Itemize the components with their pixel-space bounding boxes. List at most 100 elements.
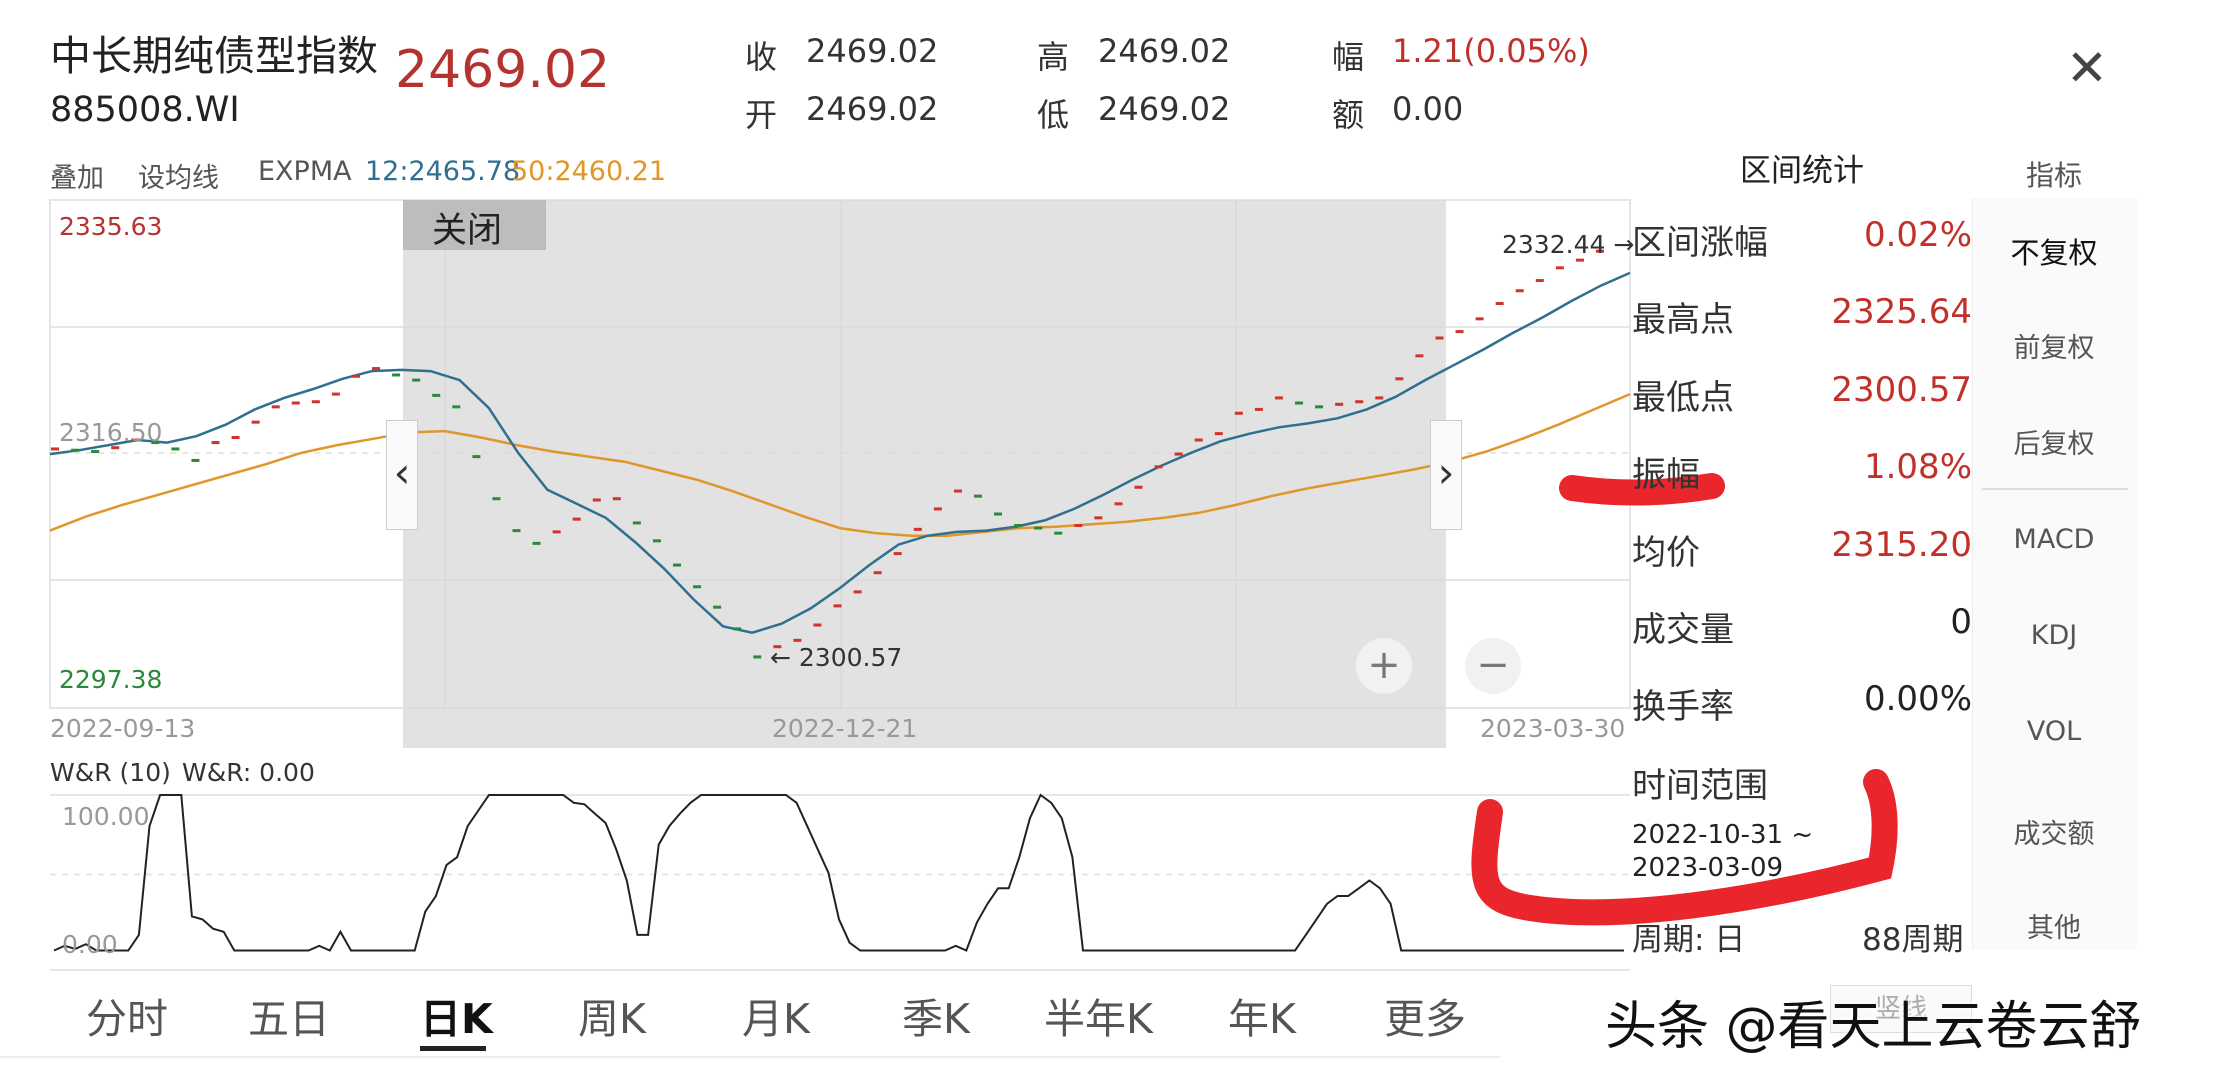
stat-value-5: 0 <box>1950 602 1972 642</box>
tab-1[interactable]: 五日 <box>248 985 330 1045</box>
candle <box>612 497 621 501</box>
watermark-text: 头条 @看天上云卷云舒 <box>1605 997 2142 1057</box>
candle <box>1355 400 1364 404</box>
candle <box>1214 432 1223 436</box>
candle <box>71 448 80 452</box>
candle <box>231 435 240 439</box>
low-annotation: ← 2300.57 <box>770 643 903 672</box>
tab-7[interactable]: 年K <box>1228 985 1296 1045</box>
candle <box>372 367 381 371</box>
candle <box>833 604 842 608</box>
candle <box>91 450 100 454</box>
stat-value-4: 2315.20 <box>1831 525 1972 565</box>
candle <box>913 527 922 531</box>
candle <box>271 405 280 409</box>
candle <box>51 447 59 451</box>
candle <box>1575 258 1584 262</box>
candle <box>733 627 742 631</box>
candle <box>632 521 641 525</box>
stat-value-2: 2300.57 <box>1831 370 1972 410</box>
candle <box>693 585 702 589</box>
candle <box>1415 354 1424 358</box>
side-menu-item-2[interactable]: 后复权 <box>1974 422 2134 461</box>
candle <box>592 498 601 502</box>
candle <box>1094 516 1103 520</box>
candle <box>412 378 421 382</box>
candle <box>953 489 962 493</box>
candle <box>1295 401 1304 405</box>
wr-bottom-label: 0.00 <box>62 930 118 959</box>
range-label: 时间范围 <box>1632 766 1768 806</box>
candle <box>673 563 682 567</box>
candle <box>532 541 541 545</box>
y-max-label: 2335.63 <box>59 212 163 241</box>
stats-panel-header: 区间统计 <box>1632 144 1972 198</box>
candle <box>973 494 982 498</box>
candle <box>1515 289 1524 293</box>
bottom-divider <box>0 1056 1500 1058</box>
tab-5[interactable]: 季K <box>902 985 970 1045</box>
selection-left-handle[interactable]: ‹ <box>386 420 418 530</box>
stat-label-5: 成交量 <box>1632 610 1734 650</box>
candle <box>1555 266 1564 270</box>
stat-value-6: 0.00% <box>1863 679 1972 719</box>
x-label-start: 2022-09-13 <box>50 714 196 743</box>
candle <box>994 512 1003 516</box>
stat-label-0: 区间涨幅 <box>1632 223 1768 263</box>
tab-6[interactable]: 半年K <box>1044 985 1153 1045</box>
candle <box>1375 396 1384 400</box>
candle <box>813 623 822 627</box>
selection-close-button[interactable]: 关闭 <box>432 202 502 253</box>
stat-label-1: 最高点 <box>1632 300 1734 340</box>
candle <box>1034 526 1043 530</box>
candle <box>492 497 501 501</box>
side-menu-item-5[interactable]: VOL <box>1974 716 2134 747</box>
high-annotation: 2332.44 → <box>1502 230 1635 259</box>
candle <box>351 374 360 378</box>
candle <box>512 529 521 533</box>
tab-4[interactable]: 月K <box>742 985 810 1045</box>
side-menu-item-0[interactable]: 不复权 <box>1974 230 2134 272</box>
tab-2[interactable]: 日K <box>420 985 493 1045</box>
tab-8[interactable]: 更多 <box>1384 985 1466 1045</box>
candle <box>1154 465 1163 469</box>
candle <box>1535 279 1544 283</box>
candle <box>191 458 200 462</box>
candle <box>1335 402 1344 406</box>
candle <box>1134 485 1143 489</box>
candle <box>1395 377 1404 381</box>
stat-value-0: 0.02% <box>1863 215 1972 255</box>
candle <box>1114 502 1123 506</box>
side-menu-item-1[interactable]: 前复权 <box>1974 326 2134 365</box>
selection-right-handle[interactable]: › <box>1430 420 1462 530</box>
candle <box>853 590 862 594</box>
side-menu-item-3[interactable]: MACD <box>1974 524 2134 555</box>
side-menu-item-6[interactable]: 成交额 <box>1974 812 2134 851</box>
active-tab-underline <box>420 1046 486 1051</box>
tab-0[interactable]: 分时 <box>86 985 168 1045</box>
candle <box>1455 330 1464 334</box>
stat-label-4: 均价 <box>1632 533 1700 573</box>
candle <box>1475 317 1484 321</box>
side-menu-divider <box>1982 488 2128 490</box>
candle <box>933 507 942 511</box>
zoom-in-button[interactable]: + <box>1356 638 1412 694</box>
side-menu-item-4[interactable]: KDJ <box>1974 620 2134 651</box>
candle <box>211 441 220 445</box>
x-label-end: 2023-03-30 <box>1480 714 1626 743</box>
period-value: 88周期 <box>1862 922 1964 958</box>
candle <box>251 420 260 424</box>
y-min-label: 2297.38 <box>59 665 163 694</box>
wr-title[interactable]: W&R (10) <box>50 758 171 787</box>
candle <box>893 552 902 556</box>
range-end: 2023-03-09 <box>1632 853 1784 883</box>
stat-label-6: 换手率 <box>1632 687 1734 727</box>
candle <box>432 393 441 397</box>
x-label-mid: 2022-12-21 <box>772 714 918 743</box>
zoom-out-button[interactable]: − <box>1465 638 1521 694</box>
side-menu-item-7[interactable]: 其他 <box>1974 906 2134 945</box>
candle <box>572 517 581 521</box>
candle <box>1495 302 1504 306</box>
tab-3[interactable]: 周K <box>578 985 646 1045</box>
stat-value-1: 2325.64 <box>1831 292 1972 332</box>
